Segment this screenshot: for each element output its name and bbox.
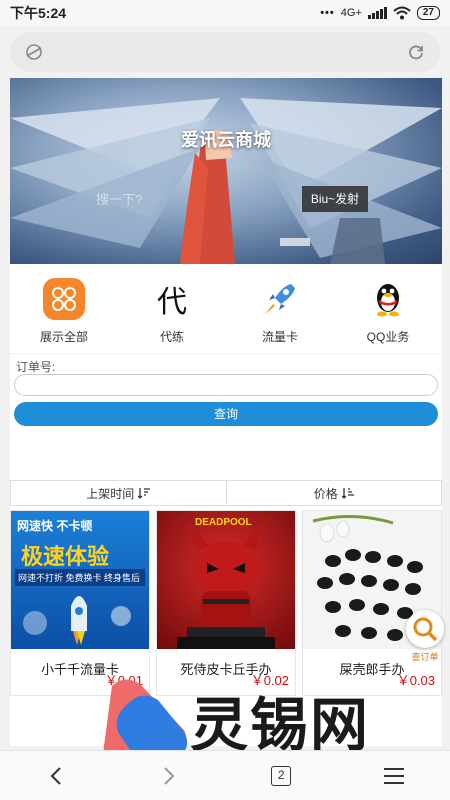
product-card[interactable]: 屎壳郎手办 ￥0.03 xyxy=(302,510,442,696)
sort-asc-icon xyxy=(341,488,354,499)
category-all[interactable]: 展示全部 xyxy=(10,264,118,353)
category-row: 展示全部 代 代练 流量卡 QQ业务 xyxy=(10,264,442,354)
order-number-label: 订单号: xyxy=(16,360,56,374)
web-page: 爱讯云商城 搜一下? Biu~发射 展示全部 代 代练 流量卡 QQ业务 订单号 xyxy=(10,78,442,746)
category-label: 展示全部 xyxy=(39,330,88,344)
angel-artwork xyxy=(10,98,442,264)
back-button[interactable] xyxy=(36,756,76,796)
rocket-icon xyxy=(259,278,301,320)
status-bar: 下午5:24 ••• 4G+ 27 xyxy=(0,0,450,26)
category-label: QQ业务 xyxy=(366,330,410,344)
product-image: DEADPOOL xyxy=(157,511,295,649)
wifi-icon xyxy=(393,6,411,20)
category-boosting[interactable]: 代 代练 xyxy=(118,264,226,353)
category-label: 代练 xyxy=(159,330,184,344)
product-image: 网速快 不卡顿 极速体验 网速不打折 免费换卡 终身售后 xyxy=(11,511,149,649)
magnifier-icon xyxy=(406,610,444,648)
grid-icon xyxy=(43,278,85,320)
battery-icon: 27 xyxy=(416,6,440,20)
menu-button[interactable] xyxy=(374,756,414,796)
dai-char-icon: 代 xyxy=(157,285,187,320)
deadpool-pikachu-figure xyxy=(177,521,275,649)
tab-count: 2 xyxy=(271,765,292,786)
globe-icon xyxy=(26,44,42,60)
banner-search-input[interactable]: 搜一下? xyxy=(90,188,302,212)
banner-submit-button[interactable]: Biu~发射 xyxy=(302,186,368,212)
signal-icon xyxy=(367,7,387,19)
float-button-label: 查订单 xyxy=(411,652,439,662)
sort-desc-icon xyxy=(138,488,151,499)
product-grid: 网速快 不卡顿 极速体验 网速不打折 免费换卡 终身售后 小千千流量卡 ￥0.0… xyxy=(10,510,442,696)
chevron-right-icon xyxy=(164,766,175,785)
sort-by-time[interactable]: 上架时间 xyxy=(11,481,226,505)
tabs-button[interactable]: 2 xyxy=(261,756,301,796)
reload-icon[interactable] xyxy=(406,42,426,62)
product-badge: DEADPOOL xyxy=(195,517,252,528)
banner-title: 爱讯云商城 xyxy=(181,130,271,150)
address-bar[interactable] xyxy=(10,32,440,72)
sort-bar: 上架时间 价格 xyxy=(10,480,442,506)
status-time: 下午5:24 xyxy=(10,5,67,21)
qq-penguin-icon xyxy=(367,278,409,320)
category-qq[interactable]: QQ业务 xyxy=(334,264,442,353)
network-type: 4G+ xyxy=(340,7,362,19)
product-card[interactable]: DEADPOOL 死侍皮卡丘手办 ￥0.02 xyxy=(156,510,296,696)
sort-label: 价格 xyxy=(313,486,338,501)
rocket-illustration xyxy=(23,596,131,645)
more-dots-icon: ••• xyxy=(320,7,335,19)
chevron-left-icon xyxy=(50,766,61,785)
sort-label: 上架时间 xyxy=(86,486,135,501)
hero-banner: 爱讯云商城 搜一下? Biu~发射 xyxy=(10,78,442,264)
browser-nav-bar: 2 xyxy=(0,750,450,800)
order-number-input[interactable] xyxy=(14,374,438,396)
query-button[interactable]: 查询 xyxy=(14,402,438,426)
category-data-card[interactable]: 流量卡 xyxy=(226,264,334,353)
product-card[interactable]: 网速快 不卡顿 极速体验 网速不打折 免费换卡 终身售后 小千千流量卡 ￥0.0… xyxy=(10,510,150,696)
check-order-float-button[interactable]: 查订单 xyxy=(404,610,446,666)
category-label: 流量卡 xyxy=(261,330,298,344)
forward-button[interactable] xyxy=(149,756,189,796)
menu-icon xyxy=(383,767,404,784)
sort-by-price[interactable]: 价格 xyxy=(225,481,442,505)
